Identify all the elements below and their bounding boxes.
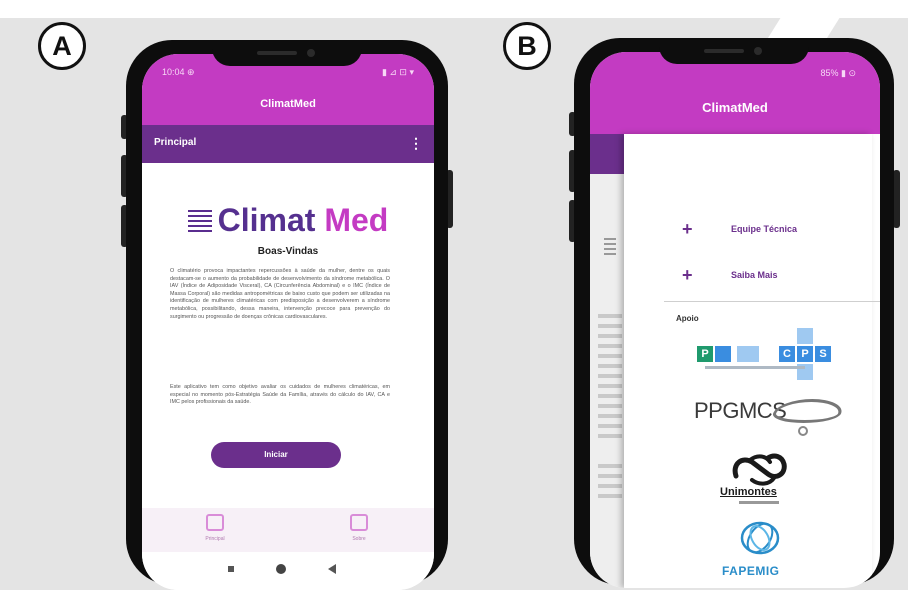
home-icon [206,514,224,531]
status-bar-right: 85% ▮ ⊙ [820,68,856,78]
intro-paragraph: O climatério provoca impactantes repercu… [170,268,390,320]
unimontes-subtitle-bar [739,501,779,504]
nav-label-principal: Principal [205,536,225,542]
phone-b-power-button [893,170,900,228]
toolbar: Principal ⋮ [142,125,434,163]
speaker-grille [704,49,744,53]
app-title: ClimatMed [260,98,316,110]
underlying-text [598,424,622,428]
status-bar-right: ▮ ⊿ ⊡ ▾ [381,67,414,77]
system-navigation-bar [142,552,434,590]
recent-apps-icon[interactable] [228,566,234,572]
underlying-toolbar [590,134,624,174]
phone-a-screen: 10:04 ⊕ ▮ ⊿ ⊡ ▾ ClimatMed Principal ⋮ Cl… [142,54,434,590]
phone-b-screen: 85% ▮ ⊙ ClimatMed + Equipe Técnica + Sai… [590,52,880,588]
drawer-item-label: Saiba Mais [731,270,778,280]
logo-word-climat: Climat [217,202,316,238]
background-band-top [0,0,908,18]
back-triangle-icon[interactable] [328,564,336,574]
navigation-drawer: + Equipe Técnica + Saiba Mais Apoio P C … [624,134,880,588]
app-title: ClimatMed [702,100,768,115]
underlying-text [598,404,622,408]
underlying-text [598,344,622,348]
drawer-item-saiba-mais[interactable]: + Saiba Mais [624,265,872,288]
unimontes-logo-text: Unimontes [720,486,777,498]
panel-label-a: A [38,22,86,70]
underlying-text [598,364,622,368]
logo-lines-icon [187,210,212,232]
underlying-text [598,484,622,488]
underlying-text [598,384,622,388]
drawer-item-equipe-tecnica[interactable]: + Equipe Técnica [624,219,872,242]
phone-b-notch [659,38,809,64]
unimontes-logo-icon [732,453,787,486]
underlying-text [598,374,622,378]
underlying-text [598,434,622,438]
app-header: 85% ▮ ⊙ ClimatMed [590,52,880,134]
underlying-text [598,414,622,418]
toolbar-title: Principal [154,137,197,148]
info-icon [350,514,368,531]
objective-paragraph: Este aplicativo tem como objetivo avalia… [170,384,390,406]
ppgmcs-logo-text: PPGMCS [694,398,787,423]
logo-cell-c: C [779,346,795,362]
ppgmcs-ring-icon [798,426,808,436]
underlying-text [598,354,622,358]
logo-cell [737,346,759,362]
underlying-text [598,314,622,318]
logo-cell [715,346,731,362]
front-camera [307,49,315,57]
underlying-text [598,324,622,328]
underlying-text [598,474,622,478]
underlying-text [598,494,622,498]
plus-icon: + [682,265,693,285]
speaker-grille [257,51,297,55]
home-circle-icon[interactable] [276,564,286,574]
underlying-logo-lines [604,238,616,256]
start-button[interactable]: Iniciar [211,442,341,468]
underlying-text [598,464,622,468]
phone-a-notch [212,40,362,66]
nav-item-sobre[interactable]: Sobre [329,514,389,542]
drawer-divider [664,301,880,302]
logo-cell-s: S [815,346,831,362]
underlying-page [590,134,624,588]
bottom-navigation: Principal Sobre [142,508,434,552]
nav-item-principal[interactable]: Principal [185,514,245,542]
drawer-item-label: Equipe Técnica [731,224,798,234]
underlying-text [598,394,622,398]
fapemig-logo-text: FAPEMIG [722,564,780,578]
overflow-menu-icon[interactable]: ⋮ [409,135,423,152]
status-bar-left: 10:04 ⊕ [162,67,195,77]
ppgcps-logo: P C P S [697,328,849,384]
logo-cell-p2: P [797,346,813,362]
panel-label-b: B [503,22,551,70]
plus-icon: + [682,219,693,239]
welcome-heading: Boas-Vindas [257,246,319,257]
underlying-text [598,334,622,338]
nav-label-sobre: Sobre [352,536,366,542]
logo-cell [797,328,813,344]
logo-cell-p: P [697,346,713,362]
fapemig-logo-icon [740,521,780,555]
climatmed-logo: Climat Med [142,202,434,239]
logo-caption-bar [705,366,805,369]
logo-word-med: Med [324,202,389,238]
front-camera [754,47,762,55]
support-heading: Apoio [676,314,699,323]
phone-a: 10:04 ⊕ ▮ ⊿ ⊡ ▾ ClimatMed Principal ⋮ Cl… [126,40,448,590]
phone-b: 85% ▮ ⊙ ClimatMed + Equipe Técnica + Sai… [574,38,894,588]
